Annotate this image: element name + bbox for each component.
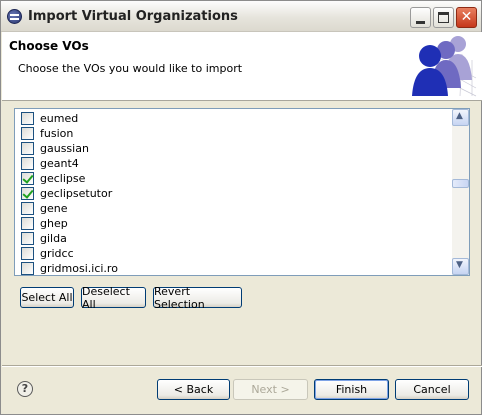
vo-list-item[interactable]: gridmosi.ici.ro — [21, 261, 441, 275]
vo-list-item[interactable]: gridcc — [21, 246, 441, 261]
scroll-thumb[interactable] — [452, 179, 469, 188]
vo-item-label: geant4 — [40, 157, 79, 170]
minimize-button[interactable] — [410, 7, 431, 28]
next-button[interactable]: Next > — [233, 379, 308, 400]
vo-checklist-items: eumed fusion gaussian geant4 geclipse geclips… — [15, 109, 452, 275]
vo-item-label: ghep — [40, 217, 68, 230]
help-icon[interactable]: ? — [17, 381, 33, 397]
vo-list-item[interactable]: eumed — [21, 111, 441, 126]
vo-checkbox[interactable] — [21, 247, 34, 260]
maximize-button[interactable] — [433, 7, 454, 28]
vo-list-item[interactable]: fusion — [21, 126, 441, 141]
vo-checkbox[interactable] — [21, 232, 34, 245]
vo-list-item[interactable]: geclipsetutor — [21, 186, 441, 201]
vo-checkbox[interactable] — [21, 217, 34, 230]
vo-checkbox[interactable] — [21, 172, 34, 185]
import-vo-dialog: Import Virtual Organizations ✕ Choose VO… — [0, 0, 482, 415]
close-icon: ✕ — [460, 9, 473, 25]
vo-item-label: gaussian — [40, 142, 89, 155]
wizard-banner: Choose VOs Choose the VOs you would like… — [2, 32, 482, 101]
page-title: Choose VOs — [9, 39, 89, 53]
scroll-up-button[interactable]: ▲ — [452, 109, 469, 126]
vo-list-item[interactable]: geant4 — [21, 156, 441, 171]
back-button[interactable]: < Back — [157, 379, 230, 400]
eclipse-app-icon — [7, 9, 22, 24]
vo-item-label: gene — [40, 202, 68, 215]
cancel-button[interactable]: Cancel — [395, 379, 469, 400]
deselect-all-button[interactable]: Deselect All — [81, 285, 146, 311]
vo-item-label: geclipse — [40, 172, 86, 185]
vo-checklist[interactable]: eumed fusion gaussian geant4 geclipse geclips… — [14, 108, 470, 276]
vo-item-label: geclipsetutor — [40, 187, 113, 200]
vo-item-label: eumed — [40, 112, 79, 125]
vo-checkbox[interactable] — [21, 112, 34, 125]
vo-checkbox[interactable] — [21, 127, 34, 140]
close-button[interactable]: ✕ — [456, 7, 477, 28]
chevron-up-icon: ▲ — [456, 111, 463, 121]
window-title: Import Virtual Organizations — [28, 9, 238, 24]
finish-button[interactable]: Finish — [314, 379, 389, 400]
vo-list-item[interactable]: gaussian — [21, 141, 441, 156]
vo-checkbox[interactable] — [21, 262, 34, 275]
vo-list-item[interactable]: geclipse — [21, 171, 441, 186]
vo-item-label: gridcc — [40, 247, 74, 260]
vo-item-label: gridmosi.ici.ro — [40, 262, 118, 275]
title-bar[interactable]: Import Virtual Organizations ✕ — [1, 1, 481, 32]
vo-checkbox[interactable] — [21, 202, 34, 215]
maximize-icon — [438, 12, 449, 23]
vo-list-item[interactable]: gene — [21, 201, 441, 216]
vo-list-item[interactable]: gilda — [21, 231, 441, 246]
vo-item-label: gilda — [40, 232, 67, 245]
vo-checkbox[interactable] — [21, 142, 34, 155]
revert-selection-button[interactable]: Revert Selection — [153, 285, 242, 311]
vo-item-label: fusion — [40, 127, 74, 140]
vo-checkbox[interactable] — [21, 157, 34, 170]
minimize-icon — [416, 21, 425, 24]
page-description: Choose the VOs you would like to import — [18, 62, 243, 75]
scroll-down-button[interactable]: ▼ — [452, 258, 469, 275]
vo-people-icon — [412, 36, 477, 97]
vo-checkbox[interactable] — [21, 187, 34, 200]
chevron-down-icon: ▼ — [456, 260, 463, 270]
footer-separator — [2, 365, 482, 367]
select-all-button[interactable]: Select All — [20, 287, 74, 308]
vertical-scrollbar[interactable]: ▲ ▼ — [452, 109, 469, 275]
vo-list-item[interactable]: ghep — [21, 216, 441, 231]
